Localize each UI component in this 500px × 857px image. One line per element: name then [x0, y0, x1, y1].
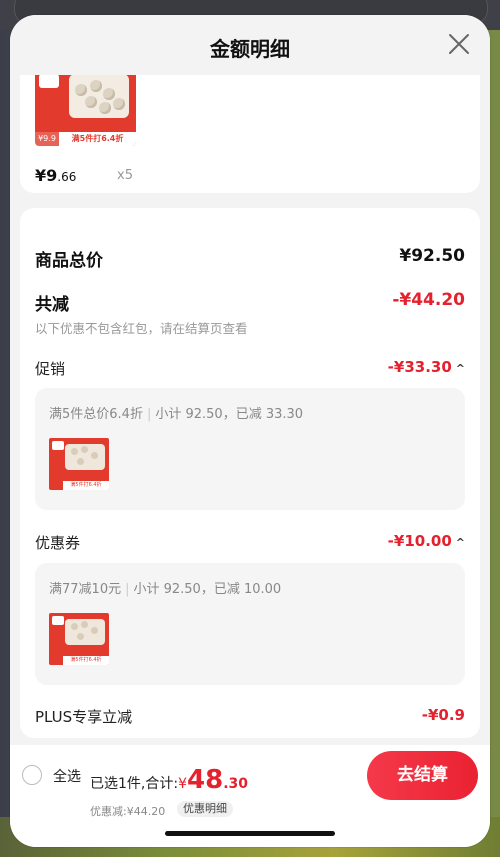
coupon-detail-box: 满77减10元 | 小计 92.50，已减 10.00 满5件打6.4折 — [35, 563, 465, 685]
image-price-tag: ¥9.9 — [35, 132, 59, 146]
promotion-detail-box: 满5件总价6.4折 | 小计 92.50，已减 33.30 满5件打6.4折 — [35, 388, 465, 510]
chevron-up-icon: ^ — [455, 362, 465, 375]
checkout-button[interactable]: 去结算 — [367, 751, 478, 800]
promotion-toggle[interactable]: -¥33.30 ^ — [388, 358, 465, 376]
sheet-title: 金额明细 — [210, 37, 290, 61]
image-promo-tag: 满5件打6.4折 — [59, 132, 136, 146]
product-price: ¥9.66 — [35, 166, 77, 185]
promotion-product-thumb[interactable]: 满5件打6.4折 — [49, 438, 109, 490]
coupon-detail: 满77减10元 | 小计 92.50，已减 10.00 — [49, 582, 282, 597]
price-breakdown-card: 商品总价 ¥92.50 共减 -¥44.20 以下优惠不包含红包，请在结算页查看… — [20, 208, 480, 738]
select-all-label[interactable]: 全选 — [53, 766, 81, 786]
promotion-value: -¥33.30 — [387, 358, 452, 376]
plus-label: PLUS专享立减 — [35, 708, 133, 726]
coupon-label: 优惠券 — [35, 534, 81, 552]
product-card: ¥9.9 满5件打6.4折 ¥9.66 x5 — [20, 70, 480, 193]
promotion-label: 促销 — [35, 360, 66, 378]
brand-logo — [39, 74, 59, 88]
sheet-header: 金额明细 — [10, 15, 490, 75]
reduce-label: 共减 — [35, 295, 69, 315]
plus-value: -¥0.9 — [421, 706, 465, 724]
coupon-product-thumb[interactable]: 满5件打6.4折 — [49, 613, 109, 665]
close-icon[interactable] — [446, 31, 472, 57]
discount-summary: 优惠减:¥44.20 — [90, 805, 166, 818]
total-label: 商品总价 — [35, 251, 103, 271]
total-value: ¥92.50 — [399, 246, 465, 266]
coupon-value: -¥10.00 — [387, 532, 452, 550]
home-indicator[interactable] — [165, 831, 335, 836]
chevron-up-icon: ^ — [455, 536, 465, 549]
discount-detail-chip[interactable]: 优惠明细 — [177, 801, 233, 817]
product-image[interactable]: ¥9.9 满5件打6.4折 — [35, 70, 136, 146]
promotion-detail: 满5件总价6.4折 | 小计 92.50，已减 33.30 — [49, 407, 304, 422]
reduce-note: 以下优惠不包含红包，请在结算页查看 — [35, 321, 248, 336]
amount-detail-sheet: ¥9.9 满5件打6.4折 ¥9.66 x5 金额明细 商品总价 ¥92.50 … — [10, 15, 490, 847]
select-all-checkbox[interactable] — [22, 765, 42, 785]
product-quantity: x5 — [117, 168, 133, 183]
selected-total: 已选1件,合计:¥48.30 — [90, 765, 248, 795]
reduce-value: -¥44.20 — [392, 290, 465, 310]
coupon-toggle[interactable]: -¥10.00 ^ — [388, 532, 465, 550]
